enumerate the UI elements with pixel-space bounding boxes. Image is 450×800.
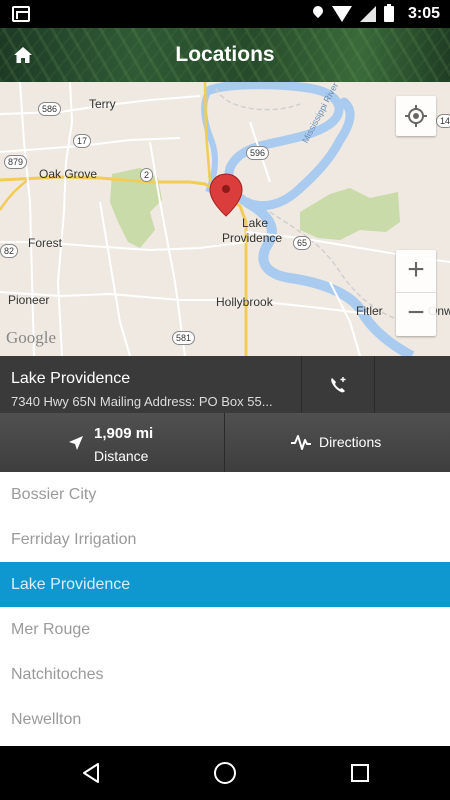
route-shield: 586 (38, 102, 62, 116)
place-label: Oak Grove (39, 167, 98, 181)
locations-list: Bossier City Ferriday Irrigation Lake Pr… (0, 472, 450, 746)
location-info-bar[interactable]: Lake Providence 7340 Hwy 65N Mailing Add… (0, 356, 450, 413)
crosshair-icon (405, 105, 427, 127)
place-label: Terry (89, 97, 116, 111)
route-shield: 82 (0, 244, 19, 258)
system-nav-bar (0, 746, 450, 800)
navigation-arrow-icon (69, 436, 83, 450)
zoom-out-button[interactable]: − (396, 293, 436, 336)
place-label: Providence (222, 231, 283, 245)
route-shield: 879 (4, 155, 28, 169)
directions-label: Directions (319, 434, 382, 450)
route-shield: 2 (140, 168, 154, 182)
list-item-selected[interactable]: Lake Providence (0, 562, 450, 607)
page-title: Locations (175, 43, 275, 66)
route-shield: 17 (73, 134, 92, 148)
list-item[interactable]: Newellton (0, 697, 450, 742)
location-address: 7340 Hwy 65N Mailing Address: PO Box 55.… (11, 394, 273, 409)
status-icons (312, 4, 394, 23)
battery-icon (384, 4, 394, 22)
list-item[interactable]: Mer Rouge (0, 607, 450, 652)
route-shield: 596 (246, 146, 270, 160)
list-item[interactable]: Ferriday Irrigation (0, 517, 450, 562)
app-header: Locations (0, 28, 450, 82)
list-item[interactable]: Natchitoches (0, 652, 450, 697)
my-location-button[interactable] (396, 96, 436, 136)
zoom-in-button[interactable]: + (396, 250, 436, 293)
distance-value: 1,909 mi (94, 425, 154, 442)
directions-icon (291, 435, 311, 450)
map-view[interactable]: 586 Terry 17 879 Oak Grove 2 596 Forest … (0, 82, 450, 356)
directions-button[interactable]: Directions (226, 413, 450, 472)
location-name: Lake Providence (11, 370, 131, 387)
distance-block: 1,909 mi Distance (0, 413, 225, 472)
route-shield: 14 (436, 114, 450, 128)
place-label: Pioneer (8, 293, 50, 307)
google-logo: Google (6, 328, 57, 347)
place-label: Lake (242, 216, 269, 230)
app-screen: 3:05 Locations 586 Terry 17 879 Oak Grov… (0, 0, 450, 800)
route-shield: 581 (172, 331, 196, 345)
route-shield: 65 (293, 236, 312, 250)
signal-icon (360, 6, 376, 22)
action-bar: 1,909 mi Distance Directions (0, 413, 450, 472)
place-label: Forest (28, 236, 63, 250)
home-button-icon[interactable] (214, 762, 236, 784)
boundary-line (215, 87, 301, 111)
call-button[interactable] (301, 356, 375, 413)
clock: 3:05 (407, 5, 440, 22)
list-item[interactable]: Bossier City (0, 472, 450, 517)
location-icon (312, 6, 324, 22)
place-label: Fitler (356, 304, 383, 318)
map-pin[interactable] (209, 173, 243, 217)
distance-label: Distance (94, 448, 149, 464)
gmail-notification-icon (12, 6, 30, 22)
wifi-icon (332, 6, 352, 22)
zoom-controls: + − (396, 250, 436, 336)
status-bar: 3:05 (0, 0, 450, 28)
phone-add-icon (331, 377, 346, 393)
highway (0, 177, 31, 211)
forest-area (300, 188, 400, 240)
place-label: Hollybrook (216, 295, 273, 309)
back-icon[interactable] (80, 762, 102, 784)
recents-icon[interactable] (351, 764, 369, 782)
